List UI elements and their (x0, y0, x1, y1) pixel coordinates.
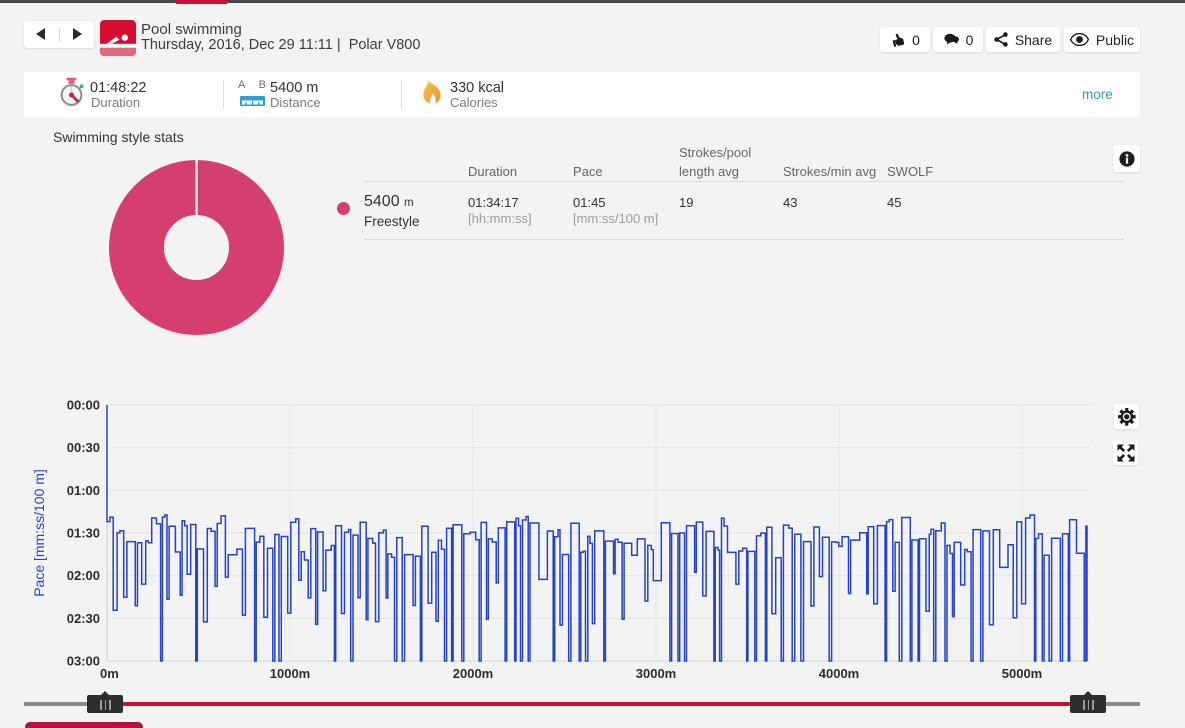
svg-text:1000m: 1000m (270, 666, 310, 681)
svg-text:00:30: 00:30 (67, 440, 100, 455)
svg-text:5000m: 5000m (1002, 666, 1042, 681)
svg-text:02:00: 02:00 (67, 568, 100, 583)
svg-text:0m: 0m (100, 666, 119, 681)
svg-text:2000m: 2000m (453, 666, 493, 681)
svg-text:02:30: 02:30 (67, 611, 100, 626)
svg-text:3000m: 3000m (636, 666, 676, 681)
svg-text:4000m: 4000m (819, 666, 859, 681)
svg-text:Pace [mm:ss/100 m]: Pace [mm:ss/100 m] (31, 469, 47, 597)
svg-text:03:00: 03:00 (67, 654, 100, 669)
svg-text:01:30: 01:30 (67, 526, 100, 541)
svg-text:00:00: 00:00 (67, 398, 100, 413)
svg-text:01:00: 01:00 (67, 483, 100, 498)
